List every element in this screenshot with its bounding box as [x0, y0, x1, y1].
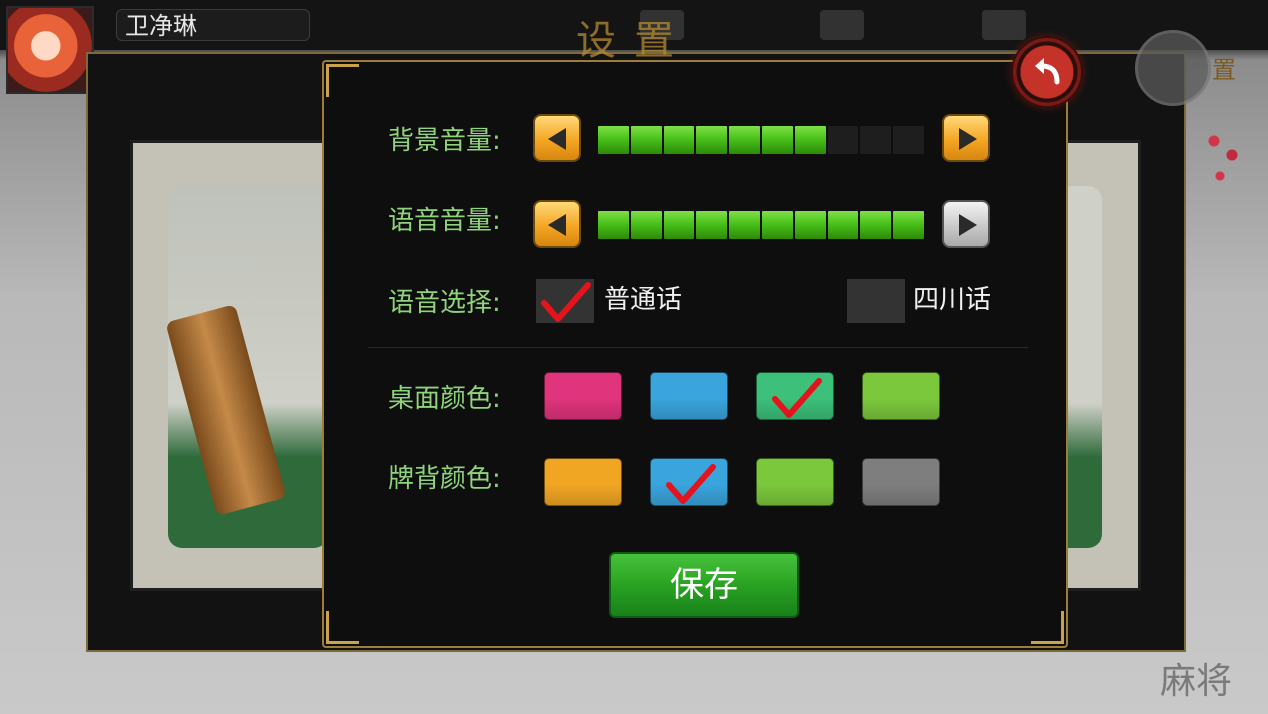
volume-segment	[729, 126, 760, 154]
bg-volume-bar[interactable]	[598, 126, 924, 154]
back-arrow-icon	[1035, 58, 1060, 85]
tile-back-color-swatch-4[interactable]	[862, 458, 940, 506]
volume-segment	[827, 211, 859, 239]
volume-segment	[827, 126, 859, 154]
tile-back-color-swatch-3[interactable]	[756, 458, 834, 506]
tile-back-color-swatch-2[interactable]	[650, 458, 728, 506]
gift-icon[interactable]	[982, 10, 1026, 40]
corner-ornament	[1031, 611, 1064, 644]
section-divider	[368, 347, 1028, 348]
table-color-swatch-1[interactable]	[544, 372, 622, 420]
volume-segment	[860, 211, 892, 239]
rank-icon[interactable]	[820, 10, 864, 40]
mandarin-checkbox[interactable]	[536, 279, 594, 323]
avatar[interactable]	[6, 6, 94, 94]
volume-segment	[663, 126, 695, 154]
bg-volume-decrease-button[interactable]	[533, 114, 581, 162]
corner-ornament	[326, 64, 359, 97]
volume-segment	[598, 126, 629, 154]
volume-segment	[860, 126, 892, 154]
volume-segment	[696, 126, 728, 154]
voice-volume-decrease-button[interactable]	[533, 200, 581, 248]
voice-volume-label: 语音音量:	[388, 206, 501, 236]
background-card-right	[1062, 186, 1102, 548]
checkmark-icon	[772, 378, 822, 418]
tile-back-color-swatch-1[interactable]	[544, 458, 622, 506]
volume-segment	[630, 126, 662, 154]
checkmark-icon	[541, 282, 591, 322]
voice-volume-bar[interactable]	[598, 211, 924, 239]
bg-volume-increase-button[interactable]	[942, 114, 990, 162]
bg-volume-label: 背景音量:	[388, 126, 501, 156]
username: 卫净琳	[116, 9, 310, 41]
table-color-swatch-4[interactable]	[862, 372, 940, 420]
background-title: 设置	[576, 18, 692, 64]
sichuan-option-label: 四川话	[913, 285, 992, 315]
corner-logo: 麻将	[1160, 661, 1233, 702]
table-color-swatch-2[interactable]	[650, 372, 728, 420]
volume-segment	[630, 211, 662, 239]
volume-segment	[893, 126, 924, 154]
volume-segment	[598, 211, 629, 239]
left-arrow-icon	[548, 214, 566, 236]
volume-segment	[794, 126, 826, 154]
right-arrow-icon	[959, 214, 977, 236]
plum-blossom-decoration	[1196, 120, 1256, 190]
tile-back-color-label: 牌背颜色:	[388, 464, 501, 494]
checkmark-icon	[666, 464, 716, 504]
left-arrow-icon	[548, 128, 566, 150]
volume-segment	[729, 211, 760, 239]
voice-volume-increase-button[interactable]	[942, 200, 990, 248]
corner-ornament	[326, 611, 359, 644]
voice-select-label: 语音选择:	[388, 288, 501, 318]
table-color-label: 桌面颜色:	[388, 384, 501, 414]
volume-segment	[794, 211, 826, 239]
sichuan-checkbox[interactable]	[847, 279, 905, 323]
save-button[interactable]: 保存	[609, 552, 799, 618]
volume-segment	[696, 211, 728, 239]
volume-segment	[761, 211, 793, 239]
background-back-label: 置	[1212, 56, 1236, 84]
volume-segment	[893, 211, 924, 239]
background-back-button	[1135, 30, 1211, 106]
volume-segment	[761, 126, 793, 154]
table-color-swatch-3[interactable]	[756, 372, 834, 420]
right-arrow-icon	[959, 128, 977, 150]
close-button[interactable]	[1013, 38, 1081, 106]
mandarin-option-label: 普通话	[604, 285, 683, 315]
volume-segment	[663, 211, 695, 239]
